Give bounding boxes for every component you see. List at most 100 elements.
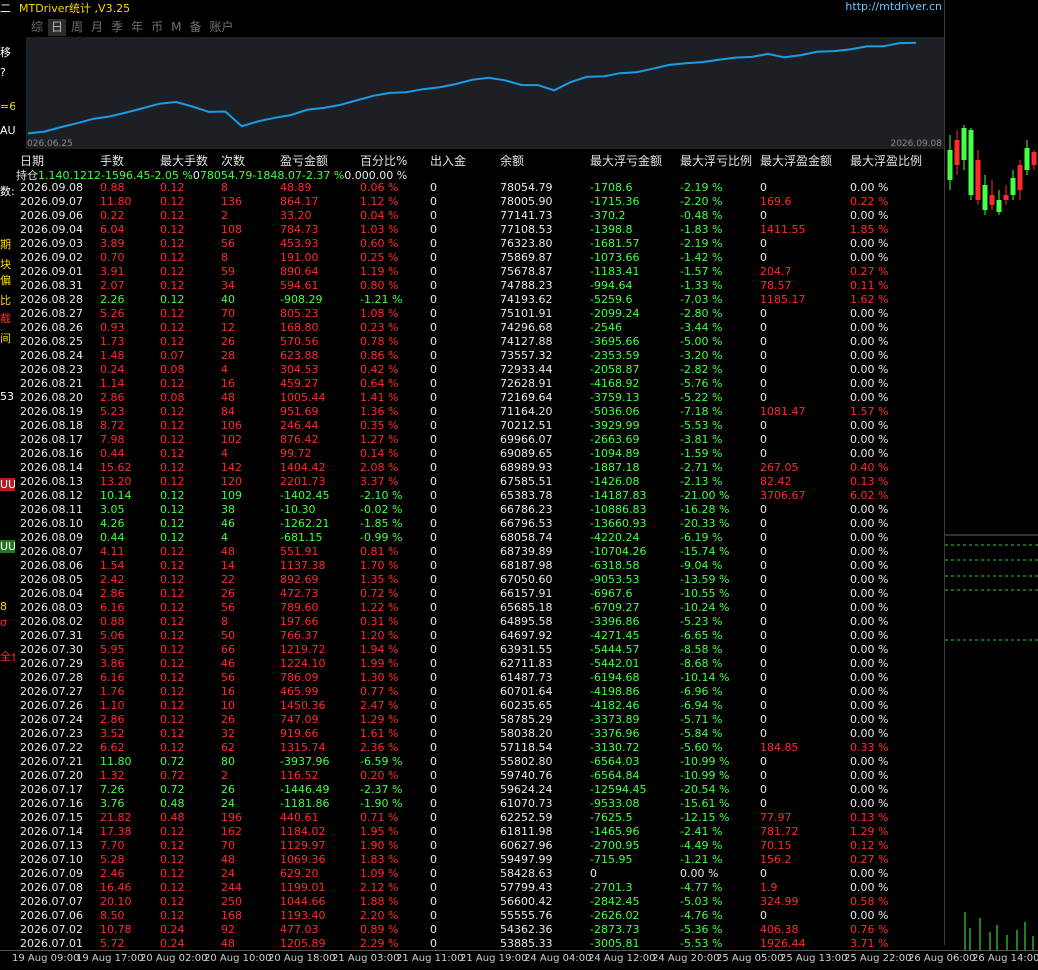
table-row[interactable]: 2026.08.07 4.11 0.12 48 551.91 0.81 % 0 68739.8… [16,545,944,559]
table-row[interactable]: 2026.08.19 5.23 0.12 84 951.69 1.36 % 0 71164.2… [16,405,944,419]
table-row[interactable]: 2026.07.02 10.78 0.24 92 477.03 0.89 % 0 54362.… [16,923,944,937]
table-cell: -2663.69 [590,433,640,446]
table-cell: -10.30 [280,503,316,516]
table-row[interactable]: 2026.07.06 8.50 0.12 168 1193.40 2.20 % 0 55555… [16,909,944,923]
table-row[interactable]: 2026.07.22 6.62 0.12 62 1315.74 2.36 % 0 57118.… [16,741,944,755]
table-row[interactable]: 2026.09.07 11.80 0.12 136 864.17 1.12 % 0 78005… [16,195,944,209]
table-row[interactable]: 2026.08.12 10.14 0.12 109 -1402.45 -2.10 % 0 65… [16,489,944,503]
table-row[interactable]: 2026.08.16 0.44 0.12 4 99.72 0.14 % 0 69089.65 -… [16,447,944,461]
table-cell: -5444.57 [590,643,640,656]
table-row[interactable]: 2026.07.16 3.76 0.48 24 -1181.86 -1.90 % 0 6107… [16,797,944,811]
table-row[interactable]: 2026.08.21 1.14 0.12 16 459.27 0.64 % 0 72628.9… [16,377,944,391]
table-cell: 59624.24 [500,783,553,796]
table-row[interactable]: 2026.08.13 13.20 0.12 120 2201.73 3.37 % 0 6758… [16,475,944,489]
table-row[interactable]: 2026.09.01 3.91 0.12 59 890.64 1.19 % 0 75678.8… [16,265,944,279]
table-cell: 1.20 % [360,629,399,642]
table-row[interactable]: 2026.07.26 1.10 0.12 10 1450.36 2.47 % 0 60235.… [16,699,944,713]
tab-0[interactable]: 综 [28,19,46,36]
table-row[interactable]: 2026.08.18 8.72 0.12 106 246.44 0.35 % 0 70212.… [16,419,944,433]
table-row[interactable]: 2026.08.05 2.42 0.12 22 892.69 1.35 % 0 67050.6… [16,573,944,587]
tab-3[interactable]: 月 [88,19,106,36]
table-row[interactable]: 2026.09.06 0.22 0.12 2 33.20 0.04 % 0 77141.73 -… [16,209,944,223]
table-row[interactable]: 2026.09.04 6.04 0.12 108 784.73 1.03 % 0 77108.… [16,223,944,237]
table-row[interactable]: 2026.09.08 0.88 0.12 8 48.89 0.06 % 0 78054.79 -… [16,181,944,195]
table-row[interactable]: 2026.07.30 5.95 0.12 66 1219.72 1.94 % 0 63931.… [16,643,944,657]
time-label: 24 Aug 04:00 [524,953,592,964]
table-row[interactable]: 2026.07.28 6.16 0.12 56 786.09 1.30 % 0 61487.7… [16,671,944,685]
table-cell: 0.00 % [850,321,889,334]
tab-8[interactable]: 备 [186,19,204,36]
table-cell: 67050.60 [500,573,553,586]
table-cell: 74788.23 [500,279,553,292]
table-row[interactable]: 2026.07.17 7.26 0.72 26 -1446.49 -2.37 % 0 5962… [16,783,944,797]
table-row[interactable]: 2026.07.15 21.82 0.48 196 440.61 0.71 % 0 62252… [16,811,944,825]
table-row[interactable]: 2026.08.02 0.88 0.12 8 197.66 0.31 % 0 64895.58… [16,615,944,629]
table-cell: 2026.08.28 [20,293,83,306]
table-cell: 0.20 % [360,769,399,782]
tab-4[interactable]: 季 [108,19,126,36]
table-cell: 0 [760,615,767,628]
table-row[interactable]: 2026.07.21 11.80 0.72 80 -3937.96 -6.59 % 0 558… [16,755,944,769]
table-row[interactable]: 2026.07.14 17.38 0.12 162 1184.02 1.95 % 0 6181… [16,825,944,839]
table-row[interactable]: 2026.07.13 7.70 0.12 70 1129.97 1.90 % 0 60627.… [16,839,944,853]
tab-7[interactable]: M [168,19,184,36]
table-row[interactable]: 2026.07.10 5.28 0.12 48 1069.36 1.83 % 0 59497.… [16,853,944,867]
table-row[interactable]: 2026.08.25 1.73 0.12 26 570.56 0.78 % 0 74127.8… [16,335,944,349]
table-cell: 69966.07 [500,433,553,446]
table-cell: 0.12 [160,223,185,236]
table-cell: 0.00 % [850,671,889,684]
table-row[interactable]: 2026.08.24 1.48 0.07 28 623.88 0.86 % 0 73557.3… [16,349,944,363]
table-cell: 8.72 [100,419,125,432]
table-cell: 0.00 % [850,349,889,362]
table-row[interactable]: 2026.08.26 0.93 0.12 12 168.80 0.23 % 0 74296.6… [16,321,944,335]
website-link[interactable]: http://mtdriver.cn [845,0,942,13]
table-row[interactable]: 2026.07.20 1.32 0.72 2 116.52 0.20 % 0 59740.76… [16,769,944,783]
table-row[interactable]: 2026.08.14 15.62 0.12 142 1404.42 2.08 % 0 6898… [16,461,944,475]
tab-6[interactable]: 币 [148,19,166,36]
table-row[interactable]: 2026.07.08 16.46 0.12 244 1199.01 2.12 % 0 5779… [16,881,944,895]
table-row[interactable]: 2026.07.24 2.86 0.12 26 747.09 1.29 % 0 58785.2… [16,713,944,727]
table-cell: 2026.07.01 [20,937,83,950]
table-row[interactable]: 2026.08.10 4.26 0.12 46 -1262.21 -1.85 % 0 6679… [16,517,944,531]
equity-curve-chart: 026.06.25 2026.09.08 [26,37,944,149]
price-chart[interactable] [945,0,1038,950]
table-row[interactable]: 2026.08.09 0.44 0.12 4 -681.15 -0.99 % 0 68058.… [16,531,944,545]
table-row[interactable]: 2026.08.23 0.24 0.08 4 304.53 0.42 % 0 72933.44… [16,363,944,377]
table-cell: 1.90 % [360,839,399,852]
table-row[interactable]: 2026.07.31 5.06 0.12 50 766.37 1.20 % 0 64697.9… [16,629,944,643]
table-row[interactable]: 2026.07.01 5.72 0.24 48 1205.89 2.29 % 0 53885.… [16,937,944,951]
table-cell: -6564.84 [590,769,640,782]
table-cell: 4.26 [100,517,125,530]
table-cell: -3937.96 [280,755,330,768]
table-row[interactable]: 2026.08.28 2.26 0.12 40 -908.29 -1.21 % 0 74193… [16,293,944,307]
table-row[interactable]: 2026.08.04 2.86 0.12 26 472.73 0.72 % 0 66157.9… [16,587,944,601]
table-cell: 72169.64 [500,391,553,404]
tab-1[interactable]: 日 [48,19,67,36]
table-row[interactable]: 2026.07.09 2.46 0.12 24 629.20 1.09 % 0 58428.6… [16,867,944,881]
left-strip-label: 比 [0,294,11,307]
table-cell: 2026.07.23 [20,727,83,740]
table-row[interactable]: 2026.08.17 7.98 0.12 102 876.42 1.27 % 0 69966.… [16,433,944,447]
table-row[interactable]: 2026.08.27 5.26 0.12 70 805.23 1.08 % 0 75101.9… [16,307,944,321]
table-row[interactable]: 2026.07.07 20.10 0.12 250 1044.66 1.88 % 0 5660… [16,895,944,909]
table-row[interactable]: 2026.09.03 3.89 0.12 56 453.93 0.60 % 0 76323.8… [16,237,944,251]
tab-5[interactable]: 年 [128,19,146,36]
table-cell: 57799.43 [500,881,553,894]
table-cell: 0.22 % [850,195,889,208]
tab-9[interactable]: 账户 [206,19,236,36]
table-cell: 74193.62 [500,293,553,306]
table-row[interactable]: 2026.08.31 2.07 0.12 34 594.61 0.80 % 0 74788.2… [16,279,944,293]
table-row[interactable]: 2026.08.03 6.16 0.12 56 789.60 1.22 % 0 65685.1… [16,601,944,615]
table-row[interactable]: 2026.08.11 3.05 0.12 38 -10.30 -0.02 % 0 66786.… [16,503,944,517]
table-cell: 0.00 % [850,909,889,922]
table-row[interactable]: 2026.07.27 1.76 0.12 16 465.99 0.77 % 0 60701.6… [16,685,944,699]
table-row[interactable]: 2026.07.23 3.52 0.12 32 919.66 1.61 % 0 58038.2… [16,727,944,741]
table-row[interactable]: 2026.07.29 3.86 0.12 46 1224.10 1.99 % 0 62711.… [16,657,944,671]
table-row[interactable]: 2026.08.06 1.54 0.12 14 1137.38 1.70 % 0 68187.… [16,559,944,573]
table-row[interactable]: 2026.08.20 2.86 0.08 48 1005.44 1.41 % 0 72169.… [16,391,944,405]
table-row[interactable]: 2026.09.02 0.70 0.12 8 191.00 0.25 % 0 75869.87… [16,251,944,265]
tab-2[interactable]: 周 [68,19,86,36]
table-cell: 876.42 [280,433,319,446]
table-cell: 0.00 % [850,713,889,726]
table-cell: 16.46 [100,881,132,894]
